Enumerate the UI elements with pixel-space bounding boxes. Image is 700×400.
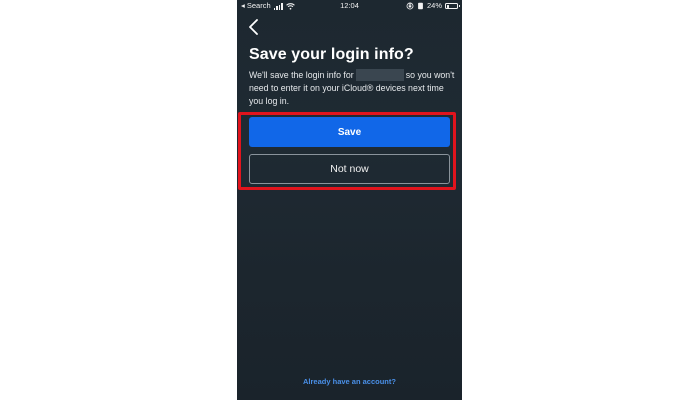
already-have-account-link[interactable]: Already have an account? <box>237 377 462 386</box>
page-title: Save your login info? <box>249 46 414 63</box>
description: We'll save the login info for so you won'… <box>249 69 459 108</box>
status-right: 24% <box>406 0 460 12</box>
battery-percent: 24% <box>426 1 442 10</box>
orientation-lock-icon <box>406 2 414 10</box>
description-text-start: We'll save the login info for <box>249 70 354 80</box>
battery-fill <box>446 4 449 8</box>
phone-screen: ◂ Search 12:04 24% Save your login info?… <box>237 0 462 400</box>
chevron-left-icon[interactable] <box>246 18 262 36</box>
highlight-box <box>238 112 456 190</box>
status-bar: ◂ Search 12:04 24% <box>237 0 462 12</box>
alarm-icon <box>418 2 423 10</box>
redacted-username <box>355 69 404 81</box>
battery-icon <box>445 3 460 9</box>
